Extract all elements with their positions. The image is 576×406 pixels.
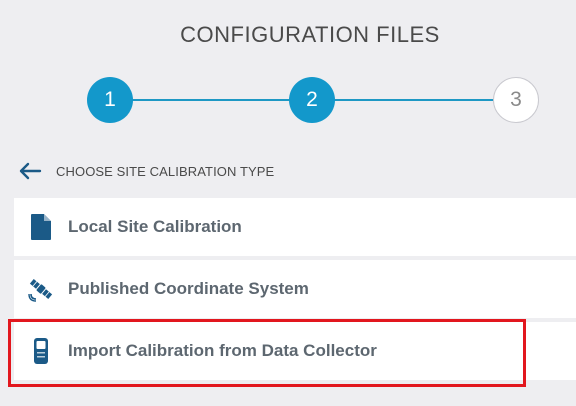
step-2[interactable]: 2	[289, 77, 335, 123]
option-published-coordinate-system[interactable]: Published Coordinate System	[14, 260, 576, 318]
option-label: Published Coordinate System	[68, 279, 309, 298]
option-label: Import Calibration from Data Collector	[68, 341, 377, 360]
option-local-site-calibration[interactable]: Local Site Calibration	[14, 198, 576, 256]
file-icon	[26, 212, 56, 242]
back-label: CHOOSE SITE CALIBRATION TYPE	[56, 163, 275, 179]
step-1[interactable]: 1	[87, 77, 133, 123]
step-connector-2-3	[330, 99, 494, 101]
arrow-left-icon	[18, 161, 42, 181]
wizard-stepper: 1 2 3	[0, 76, 576, 124]
satellite-icon	[26, 274, 56, 304]
option-label: Local Site Calibration	[68, 217, 242, 236]
option-import-calibration[interactable]: Import Calibration from Data Collector	[8, 319, 576, 387]
page-title: CONFIGURATION FILES	[180, 22, 440, 47]
data-collector-icon	[26, 336, 56, 366]
step-connector-1-2	[128, 99, 290, 101]
step-3[interactable]: 3	[493, 77, 539, 123]
back-button[interactable]: CHOOSE SITE CALIBRATION TYPE	[18, 158, 274, 184]
calibration-type-list: Local Site Calibration Published Coordin…	[8, 198, 576, 387]
